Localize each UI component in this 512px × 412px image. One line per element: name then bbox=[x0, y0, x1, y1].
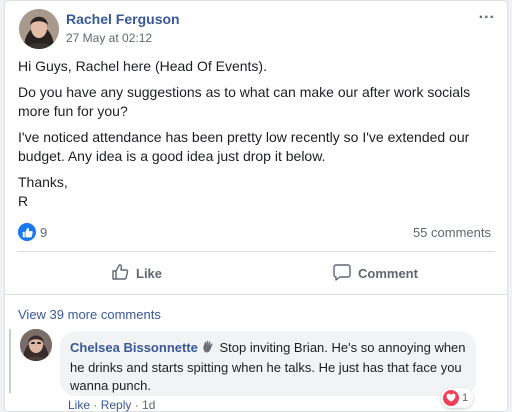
post-paragraph: Hi Guys, Rachel here (Head Of Events). bbox=[18, 58, 267, 74]
commenter-name[interactable]: Chelsea Bissonnette bbox=[70, 340, 198, 355]
waving-hand-icon bbox=[201, 340, 215, 359]
meta-separator: · bbox=[90, 398, 101, 412]
reactions-summary[interactable]: 9 bbox=[18, 223, 47, 241]
author-avatar[interactable] bbox=[19, 9, 59, 49]
view-more-comments-link[interactable]: View 39 more comments bbox=[18, 307, 161, 322]
comment-age[interactable]: 1d bbox=[142, 398, 155, 412]
post-thanks: Thanks, bbox=[18, 174, 68, 190]
more-options-icon[interactable]: ... bbox=[479, 5, 495, 23]
post-paragraph: Do you have any suggestions as to what c… bbox=[18, 84, 471, 119]
author-name[interactable]: Rachel Ferguson bbox=[66, 11, 180, 27]
like-button[interactable]: Like bbox=[111, 263, 162, 284]
comment-bubble: Chelsea Bissonnette Stop inviting Brian.… bbox=[60, 331, 476, 396]
comment-reactions[interactable]: 1 bbox=[441, 388, 474, 408]
reaction-count: 9 bbox=[40, 224, 48, 240]
thumbs-up-icon bbox=[111, 263, 129, 284]
comment-bubble-icon bbox=[333, 263, 351, 284]
divider bbox=[17, 251, 495, 252]
comment-reaction-count: 1 bbox=[462, 392, 469, 404]
comment-meta: Like · Reply · 1d bbox=[68, 398, 155, 412]
comment-button-label: Comment bbox=[358, 266, 418, 281]
meta-separator: · bbox=[131, 398, 143, 412]
commenter-avatar[interactable] bbox=[20, 329, 52, 361]
like-reaction-icon bbox=[18, 223, 36, 241]
comments-count[interactable]: 55 comments bbox=[413, 225, 491, 240]
divider bbox=[5, 294, 507, 295]
post-card: Rachel Ferguson 27 May at 02:12 ... Hi G… bbox=[4, 0, 508, 412]
post-timestamp[interactable]: 27 May at 02:12 bbox=[66, 31, 152, 45]
post-paragraph: I've noticed attendance has been pretty … bbox=[18, 129, 470, 164]
heart-reaction-icon bbox=[443, 390, 459, 406]
like-button-label: Like bbox=[136, 266, 163, 281]
comment-button[interactable]: Comment bbox=[333, 263, 418, 284]
comment-thread-line bbox=[9, 329, 11, 393]
comment-reply-link[interactable]: Reply bbox=[101, 398, 132, 412]
post-signoff: R bbox=[18, 193, 29, 209]
comment-like-link[interactable]: Like bbox=[68, 398, 90, 412]
post-body: Hi Guys, Rachel here (Head Of Events). D… bbox=[18, 57, 498, 218]
